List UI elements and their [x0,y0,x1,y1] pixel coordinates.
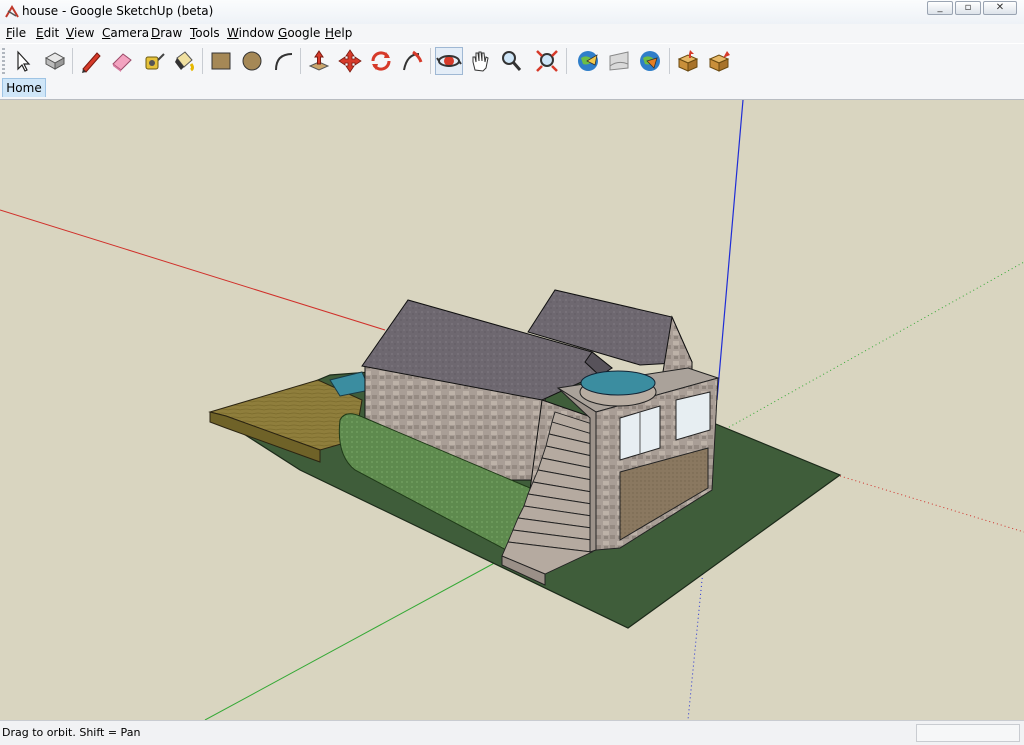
menu-file[interactable]: File [6,26,26,40]
toggle-terrain-icon [609,51,629,71]
toolbar-separator [566,48,567,74]
get-models-button[interactable] [674,47,702,75]
tape-measure-icon [145,53,165,70]
maximize-icon: ▫ [964,2,972,13]
arc-tool-button[interactable] [269,47,297,75]
circle-icon [242,51,262,71]
toolbar-separator [300,48,301,74]
rotate-icon [371,51,391,71]
move-tool-button[interactable] [336,47,364,75]
pan-icon [472,51,489,72]
toolbar-grip[interactable] [2,48,5,74]
circle-tool-button[interactable] [238,47,266,75]
minimize-icon: _ [937,2,943,13]
model-canvas[interactable] [0,100,1024,720]
window-title: house - Google SketchUp (beta) [22,4,214,18]
paint-bucket-tool-button[interactable] [170,47,198,75]
toolbar-separator [72,48,73,74]
status-bar: Drag to orbit. Shift = Pan [0,720,1024,745]
get-current-view-icon [578,51,598,71]
drawing-viewport[interactable] [0,100,1024,720]
sketchup-app-icon [5,5,19,18]
minimize-button[interactable]: _ [927,1,953,15]
orbit-icon [436,55,462,67]
move-icon [338,49,362,73]
menu-window[interactable]: Window [227,26,274,40]
title-bar: house - Google SketchUp (beta) _ ▫ ✕ [0,0,1024,25]
menu-view[interactable]: View [66,26,94,40]
scene-tab-home[interactable]: Home [2,78,46,97]
menu-edit[interactable]: Edit [36,26,59,40]
zoom-icon [502,51,522,71]
eraser-icon [112,53,132,72]
menu-tools[interactable]: Tools [190,26,220,40]
toolbar [0,43,1024,78]
menu-bar: File Edit View Camera Draw Tools Window … [0,24,1024,43]
push-pull-icon [308,50,330,71]
place-model-icon [640,51,660,71]
green-axis-dotted [714,261,1024,436]
push-pull-tool-button[interactable] [305,47,333,75]
scene-tabs-bar: Home [0,77,1024,100]
get-models-icon [677,50,699,72]
arc-icon [275,53,293,71]
red-axis [0,209,386,331]
menu-google[interactable]: Google [278,26,320,40]
green-axis [204,559,501,720]
follow-me-tool-button[interactable] [398,47,426,75]
menu-camera[interactable]: Camera [102,26,149,40]
blue-axis [716,100,744,401]
paint-bucket-icon [175,51,194,72]
menu-help[interactable]: Help [325,26,352,40]
hot-tub-water [580,370,656,396]
rectangle-icon [211,52,231,70]
status-message: Drag to orbit. Shift = Pan [2,726,141,739]
zoom-extents-tool-button[interactable] [533,47,561,75]
tape-measure-tool-button[interactable] [139,47,167,75]
rotate-tool-button[interactable] [367,47,395,75]
close-button[interactable]: ✕ [983,1,1017,15]
measurements-box[interactable] [916,724,1020,742]
toolbar-separator [202,48,203,74]
pencil-icon [82,52,101,73]
red-axis-dotted [839,475,1024,533]
share-model-icon [708,51,730,72]
toolbar-separator [430,48,431,74]
zoom-extents-icon [536,50,558,72]
follow-me-icon [403,50,423,71]
get-current-view-button[interactable] [574,47,602,75]
select-icon [17,50,31,72]
select-tool-button[interactable] [8,47,36,75]
component-tool-button[interactable] [41,47,69,75]
pan-tool-button[interactable] [466,47,494,75]
share-model-button[interactable] [705,47,733,75]
component-icon [44,52,66,70]
blue-axis-dotted [687,569,704,720]
eraser-tool-button[interactable] [108,47,136,75]
rectangle-tool-button[interactable] [207,47,235,75]
zoom-tool-button[interactable] [497,47,525,75]
close-icon: ✕ [995,2,1005,13]
toolbar-separator [669,48,670,74]
toggle-terrain-button[interactable] [605,47,633,75]
maximize-button[interactable]: ▫ [955,1,981,15]
menu-draw[interactable]: Draw [151,26,182,40]
orbit-tool-button[interactable] [435,47,463,75]
place-model-button[interactable] [636,47,664,75]
pencil-tool-button[interactable] [77,47,105,75]
